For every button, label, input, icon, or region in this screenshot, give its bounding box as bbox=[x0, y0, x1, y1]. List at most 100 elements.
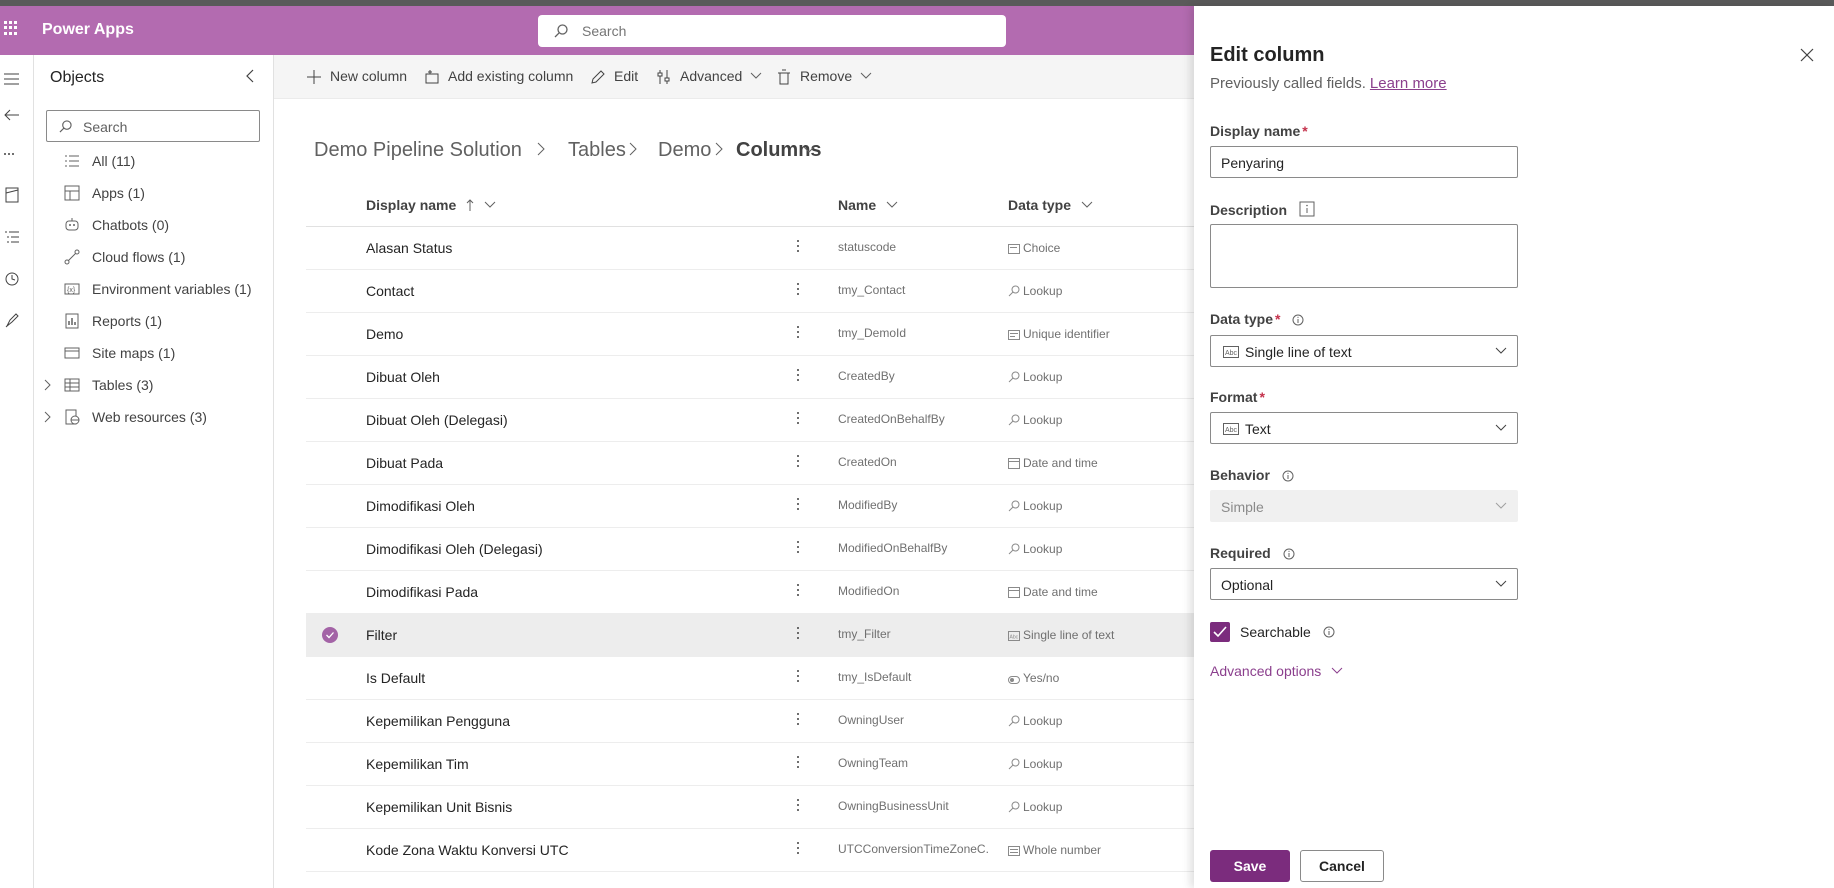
history-icon[interactable] bbox=[2, 269, 22, 289]
edit-label: Edit bbox=[614, 68, 639, 84]
objects-item[interactable]: Web resources (3) bbox=[34, 401, 274, 433]
more-vertical-icon[interactable] bbox=[796, 625, 800, 643]
cell-display-name[interactable]: Alasan Status bbox=[366, 240, 452, 256]
cell-display-name[interactable]: Filter bbox=[366, 627, 397, 643]
more-vertical-icon[interactable] bbox=[796, 410, 800, 428]
cell-display-name[interactable]: Dimodifikasi Oleh (Delegasi) bbox=[366, 541, 543, 557]
save-button[interactable]: Save bbox=[1210, 850, 1290, 882]
cell-display-name[interactable]: Contact bbox=[366, 283, 414, 299]
cell-display-name[interactable]: Is Default bbox=[366, 670, 425, 686]
more-vertical-icon[interactable] bbox=[796, 281, 800, 299]
rocket-icon[interactable] bbox=[2, 311, 22, 331]
breadcrumb-tables[interactable]: Tables bbox=[568, 139, 626, 162]
objects-item[interactable]: Site maps (1) bbox=[34, 337, 274, 369]
cell-display-name[interactable]: Dibuat Oleh (Delegasi) bbox=[366, 412, 508, 428]
advanced-button[interactable]: Advanced bbox=[656, 67, 766, 87]
format-dropdown[interactable]: Abc Text bbox=[1210, 412, 1518, 444]
info-icon[interactable] bbox=[1282, 469, 1294, 485]
cell-display-name[interactable]: Dimodifikasi Pada bbox=[366, 584, 478, 600]
objects-item[interactable]: Cloud flows (1) bbox=[34, 241, 274, 273]
required-dropdown[interactable]: Optional bbox=[1210, 568, 1518, 600]
info-icon[interactable] bbox=[1283, 547, 1295, 563]
table-row[interactable]: Dimodifikasi Pada ModifiedOn Date and time bbox=[306, 571, 1194, 614]
more-vertical-icon[interactable] bbox=[796, 668, 800, 686]
table-row[interactable]: Is Default tmy_IsDefault Yes/no bbox=[306, 657, 1194, 700]
objects-item[interactable]: Chatbots (0) bbox=[34, 209, 274, 241]
cell-display-name[interactable]: Dibuat Oleh bbox=[366, 369, 440, 385]
table-row[interactable]: Dibuat Oleh (Delegasi) CreatedOnBehalfBy L… bbox=[306, 399, 1194, 442]
description-textarea[interactable] bbox=[1210, 224, 1518, 288]
header-data-type[interactable]: Data type bbox=[1008, 197, 1093, 213]
objects-item[interactable]: Tables (3) bbox=[34, 369, 274, 401]
remove-button[interactable]: Remove bbox=[776, 67, 876, 87]
breadcrumb-table[interactable]: Demo bbox=[658, 139, 711, 162]
chevron-right-icon[interactable] bbox=[42, 378, 52, 395]
objects-item[interactable]: {x} Environment variables (1) bbox=[34, 273, 274, 305]
app-title[interactable]: Power Apps bbox=[42, 21, 134, 39]
objects-item[interactable]: Apps (1) bbox=[34, 177, 274, 209]
cancel-button[interactable]: Cancel bbox=[1300, 850, 1384, 882]
cell-display-name[interactable]: Kepemilikan Unit Bisnis bbox=[366, 799, 512, 815]
table-row[interactable]: Kepemilikan Unit Bisnis OwningBusinessUni… bbox=[306, 786, 1194, 829]
info-box-icon[interactable] bbox=[1299, 201, 1315, 220]
more-vertical-icon[interactable] bbox=[796, 496, 800, 514]
objects-item[interactable]: All (11) bbox=[34, 145, 274, 177]
display-name-input[interactable]: Penyaring bbox=[1210, 146, 1518, 178]
add-existing-column-button[interactable]: Add existing column bbox=[424, 67, 584, 87]
table-row[interactable]: Dibuat Pada CreatedOn Date and time bbox=[306, 442, 1194, 485]
table-row[interactable]: Kepemilikan Pengguna OwningUser Lookup bbox=[306, 700, 1194, 743]
objects-list-icon[interactable] bbox=[2, 227, 22, 247]
data-type-dropdown[interactable]: Abc Single line of text bbox=[1210, 335, 1518, 367]
breadcrumb-solution[interactable]: Demo Pipeline Solution bbox=[314, 139, 522, 162]
cell-display-name[interactable]: Kode Zona Waktu Konversi UTC bbox=[366, 842, 569, 858]
chevron-right-icon[interactable] bbox=[42, 410, 52, 427]
global-search-input[interactable]: Search bbox=[538, 15, 1006, 47]
chevron-down-icon[interactable] bbox=[802, 140, 816, 163]
more-vertical-icon[interactable] bbox=[796, 582, 800, 600]
collapse-panel-icon[interactable] bbox=[242, 68, 258, 87]
app-launcher-icon[interactable] bbox=[4, 21, 18, 35]
info-icon[interactable] bbox=[1292, 313, 1304, 329]
more-vertical-icon[interactable] bbox=[796, 797, 800, 815]
row-selected-check-icon[interactable] bbox=[322, 627, 338, 643]
header-name[interactable]: Name bbox=[838, 197, 898, 213]
learn-more-link[interactable]: Learn more bbox=[1370, 75, 1447, 92]
more-ellipsis-icon[interactable] bbox=[2, 143, 22, 163]
cell-display-name[interactable]: Demo bbox=[366, 326, 403, 342]
searchable-checkbox[interactable] bbox=[1210, 622, 1230, 642]
more-vertical-icon[interactable] bbox=[796, 539, 800, 557]
more-vertical-icon[interactable] bbox=[796, 840, 800, 858]
edit-button[interactable]: Edit bbox=[590, 67, 646, 87]
table-row[interactable]: Dibuat Oleh CreatedBy Lookup bbox=[306, 356, 1194, 399]
cell-display-name[interactable]: Kepemilikan Tim bbox=[366, 756, 469, 772]
objects-item-label: Apps (1) bbox=[92, 185, 145, 201]
table-row[interactable]: Demo tmy_DemoId Unique identifier bbox=[306, 313, 1194, 356]
table-row[interactable]: Alasan Status statuscode Choice bbox=[306, 227, 1194, 270]
advanced-options-toggle[interactable]: Advanced options bbox=[1210, 663, 1343, 679]
table-row[interactable]: Dimodifikasi Oleh (Delegasi) ModifiedOnBe… bbox=[306, 528, 1194, 571]
objects-search-input[interactable]: Search bbox=[46, 110, 260, 142]
header-display-name[interactable]: Display name bbox=[366, 197, 496, 213]
objects-item[interactable]: Reports (1) bbox=[34, 305, 274, 337]
more-vertical-icon[interactable] bbox=[796, 238, 800, 256]
more-vertical-icon[interactable] bbox=[796, 711, 800, 729]
close-icon[interactable] bbox=[1800, 48, 1814, 65]
cell-display-name[interactable]: Kepemilikan Pengguna bbox=[366, 713, 510, 729]
more-vertical-icon[interactable] bbox=[796, 754, 800, 772]
new-column-button[interactable]: New column bbox=[306, 67, 416, 87]
cell-display-name[interactable]: Dimodifikasi Oleh bbox=[366, 498, 475, 514]
hamburger-menu-icon[interactable] bbox=[2, 69, 22, 89]
table-row[interactable]: Dimodifikasi Oleh ModifiedBy Lookup bbox=[306, 485, 1194, 528]
more-vertical-icon[interactable] bbox=[796, 453, 800, 471]
page-icon[interactable] bbox=[2, 185, 22, 205]
info-icon[interactable] bbox=[1323, 625, 1335, 641]
table-row[interactable]: Kode Zona Waktu Konversi UTC UTCConversio… bbox=[306, 829, 1194, 872]
cell-display-name[interactable]: Dibuat Pada bbox=[366, 455, 443, 471]
more-vertical-icon[interactable] bbox=[796, 324, 800, 342]
more-vertical-icon[interactable] bbox=[796, 367, 800, 385]
table-row[interactable]: Filter tmy_Filter Abc Single line of text bbox=[306, 614, 1194, 657]
table-row[interactable]: Contact tmy_Contact Lookup bbox=[306, 270, 1194, 313]
table-row[interactable]: Kepemilikan Tim OwningTeam Lookup bbox=[306, 743, 1194, 786]
behavior-dropdown: Simple bbox=[1210, 490, 1518, 522]
back-arrow-icon[interactable] bbox=[2, 105, 22, 125]
